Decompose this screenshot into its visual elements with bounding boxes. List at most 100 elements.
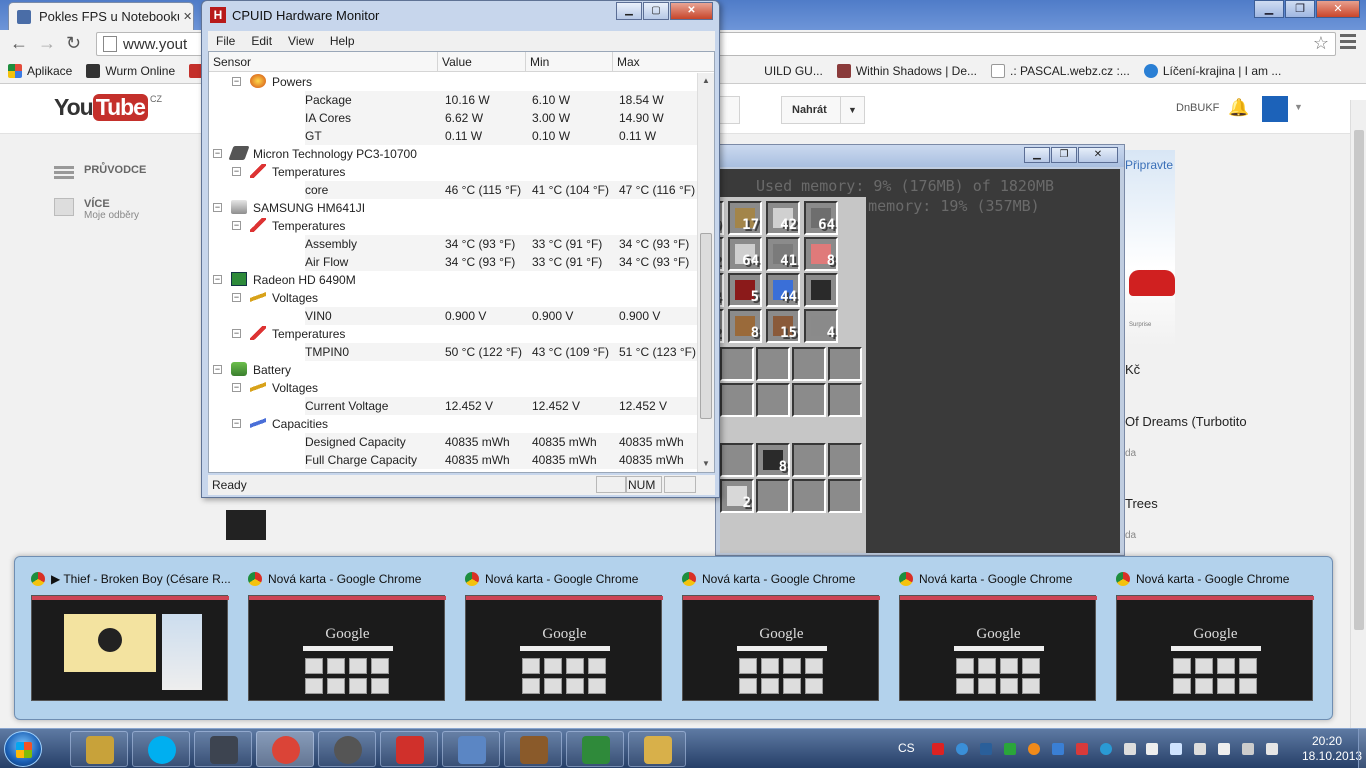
inventory-slot[interactable]: 42	[720, 237, 724, 271]
scroll-up-arrow-icon[interactable]: ▲	[698, 73, 714, 89]
notification-bell-icon[interactable]: 🔔	[1228, 98, 1249, 118]
network-signal-icon[interactable]	[1170, 743, 1182, 755]
scroll-down-arrow-icon[interactable]: ▼	[698, 456, 714, 472]
clock[interactable]: 20:20 18.10.2013	[1302, 734, 1362, 764]
window-thumbnail[interactable]: ▶ Thief - Broken Boy (Césare R...	[31, 569, 231, 701]
collapse-toggle-icon[interactable]: −	[213, 275, 222, 284]
restore-button[interactable]: ❐	[1051, 147, 1077, 163]
close-tab-icon[interactable]: ✕	[183, 10, 192, 23]
column-header-max[interactable]: Max	[613, 52, 714, 72]
menu-edit[interactable]: Edit	[243, 34, 280, 48]
bookmark-star-icon[interactable]: ☆	[1313, 33, 1329, 54]
sensor-group-row[interactable]: − Temperatures	[209, 325, 697, 343]
back-arrow-icon[interactable]: ←	[10, 33, 28, 54]
hotbar-slot[interactable]	[756, 479, 790, 513]
menu-view[interactable]: View	[280, 34, 322, 48]
minimize-button[interactable]: ▁	[1254, 0, 1284, 18]
column-header-sensor[interactable]: Sensor	[209, 52, 438, 72]
sensor-reading-row[interactable]: core 46 °C (115 °F) 41 °C (104 °F) 47 °C (1…	[209, 181, 697, 199]
column-header-min[interactable]: Min	[526, 52, 613, 72]
close-window-button[interactable]: ✕	[1316, 0, 1360, 18]
hotbar-slot[interactable]	[828, 479, 862, 513]
hotbar-slot[interactable]	[792, 443, 826, 477]
sensor-group-row[interactable]: − Powers	[209, 73, 697, 91]
start-button[interactable]	[4, 731, 42, 767]
chevron-down-icon[interactable]: ▼	[840, 97, 864, 123]
bookmark-item[interactable]: .: PASCAL.webz.cz :...	[991, 63, 1130, 78]
window-thumbnail[interactable]: Nová karta - Google Chrome Google	[465, 569, 665, 701]
show-desktop-button[interactable]	[1358, 729, 1366, 768]
maximize-button[interactable]: ▢	[643, 2, 669, 20]
sensor-group-row[interactable]: − Voltages	[209, 289, 697, 307]
inventory-slot[interactable]	[720, 383, 754, 417]
inventory-slot[interactable]: 64	[720, 273, 724, 307]
taskbar-button-flash-tool[interactable]	[380, 731, 438, 767]
window-thumbnail[interactable]: Nová karta - Google Chrome Google	[899, 569, 1099, 701]
taskbar-button-skype[interactable]	[132, 731, 190, 767]
collapse-toggle-icon[interactable]: −	[213, 365, 222, 374]
bookmark-item[interactable]: Aplikace	[8, 63, 72, 78]
sensor-reading-row[interactable]: Designed Capacity 40835 mWh 40835 mWh 40835…	[209, 433, 697, 451]
inventory-slot[interactable]: 17	[728, 201, 762, 235]
tray-app-icon[interactable]	[1076, 743, 1088, 755]
sensor-group-row[interactable]: − Micron Technology PC3-10700	[209, 145, 697, 163]
window-thumbnail[interactable]: Nová karta - Google Chrome Google	[682, 569, 882, 701]
collapse-toggle-icon[interactable]: −	[232, 383, 241, 392]
inventory-slot[interactable]	[756, 383, 790, 417]
sensor-group-row[interactable]: − Battery	[209, 361, 697, 379]
window-thumbnail[interactable]: Nová karta - Google Chrome Google	[1116, 569, 1316, 701]
collapse-toggle-icon[interactable]: −	[213, 203, 222, 212]
inventory-slot[interactable]: 8	[728, 309, 762, 343]
video-title[interactable]: Trees	[1125, 496, 1158, 511]
collapse-toggle-icon[interactable]: −	[232, 293, 241, 302]
sensor-reading-row[interactable]: VIN0 0.900 V 0.900 V 0.900 V	[209, 307, 697, 325]
inventory-slot[interactable]	[804, 273, 838, 307]
ad-banner[interactable]: Surprise	[1125, 150, 1175, 346]
sensor-reading-row[interactable]: GT 0.11 W 0.10 W 0.11 W	[209, 127, 697, 145]
sensor-group-row[interactable]: − Voltages	[209, 379, 697, 397]
collapse-toggle-icon[interactable]: −	[232, 419, 241, 428]
page-scrollbar[interactable]	[1350, 100, 1366, 768]
sidebar-item-more[interactable]: VÍCE Moje odběry	[54, 198, 146, 221]
sensor-reading-row[interactable]: TMPIN0 50 °C (122 °F) 43 °C (109 °F) 51 °C …	[209, 343, 697, 361]
bookmark-item[interactable]: Wurm Online	[86, 63, 175, 78]
chrome-menu-icon[interactable]	[1340, 34, 1356, 52]
sensor-reading-row[interactable]: IA Cores 6.62 W 3.00 W 14.90 W	[209, 109, 697, 127]
inventory-slot[interactable]: 30	[720, 201, 724, 235]
hwmonitor-title-bar[interactable]: H CPUID Hardware Monitor ▁ ▢ ✕	[202, 1, 719, 29]
tray-app-icon[interactable]	[932, 743, 944, 755]
sensor-group-row[interactable]: − Radeon HD 6490M	[209, 271, 697, 289]
collapse-toggle-icon[interactable]: −	[232, 221, 241, 230]
bluetooth-icon[interactable]	[1124, 743, 1136, 755]
taskbar-button-chrome[interactable]	[256, 731, 314, 767]
hotbar-slot[interactable]	[792, 479, 826, 513]
close-window-button[interactable]: ✕	[670, 2, 713, 20]
tray-app-icon[interactable]	[1028, 743, 1040, 755]
bookmark-item[interactable]: Within Shadows | De...	[836, 63, 977, 78]
taskbar-button-minecraft[interactable]	[504, 731, 562, 767]
bookmark-item[interactable]: UILD GU...	[764, 64, 823, 78]
inventory-slot[interactable]: 64	[804, 201, 838, 235]
chrome-tab[interactable]: Pokles FPS u Notebooku H ✕	[8, 2, 194, 30]
sensor-group-row[interactable]: − Capacities	[209, 415, 697, 433]
bookmark-item[interactable]: Líčení-krajina | I am ...	[1143, 63, 1281, 78]
menu-help[interactable]: Help	[322, 34, 363, 48]
minecraft-game-view[interactable]: Used memory: 9% (176MB) of 1820MB ted me…	[720, 169, 1120, 553]
tray-app-icon[interactable]	[980, 743, 992, 755]
inventory-slot[interactable]	[756, 347, 790, 381]
menu-file[interactable]: File	[208, 34, 243, 48]
taskbar-button-league-of-legends[interactable]	[70, 731, 128, 767]
inventory-slot[interactable]: 41	[766, 237, 800, 271]
username[interactable]: DnBUKF	[1176, 102, 1219, 114]
sensor-group-row[interactable]: − Temperatures	[209, 217, 697, 235]
video-title[interactable]: Of Dreams (Turbotito	[1125, 414, 1247, 429]
flag-icon[interactable]	[1146, 743, 1158, 755]
minecraft-title-bar[interactable]: ▁ ❐ ✕	[716, 145, 1124, 167]
hotbar-slot[interactable]	[720, 443, 754, 477]
action-center-icon[interactable]	[1242, 743, 1254, 755]
taskbar-button-paint[interactable]	[628, 731, 686, 767]
sensor-reading-row[interactable]: Package 10.16 W 6.10 W 18.54 W	[209, 91, 697, 109]
inventory-slot[interactable]: 44	[766, 273, 800, 307]
inventory-slot[interactable]: 8	[804, 237, 838, 271]
hotbar-slot[interactable]: 8	[756, 443, 790, 477]
